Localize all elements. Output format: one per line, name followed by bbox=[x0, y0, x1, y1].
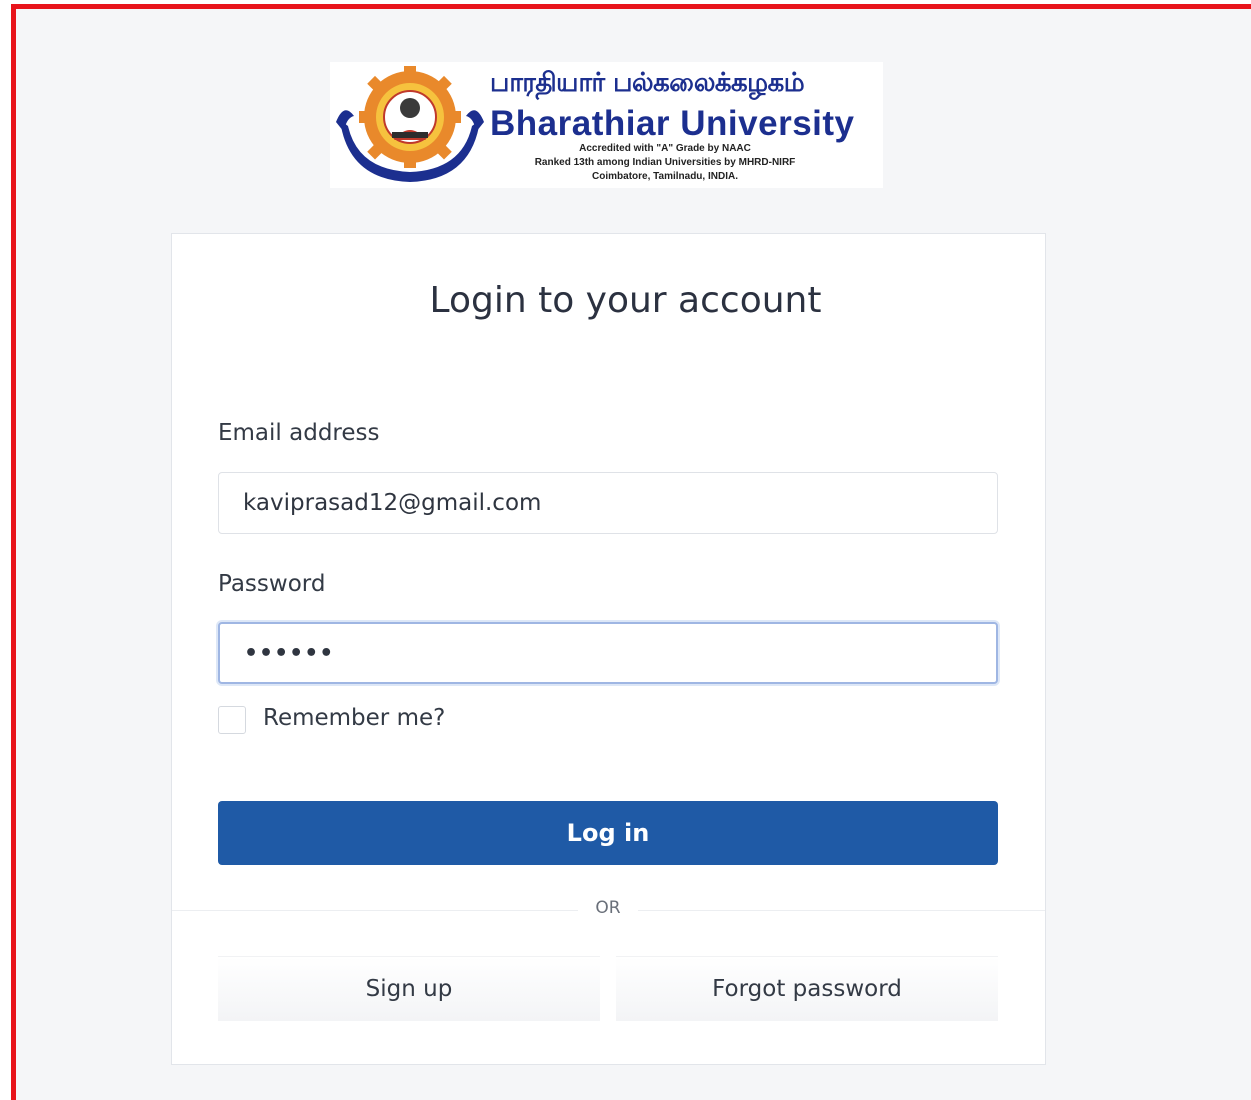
logo-tamil-name: பாரதியார் பல்கலைக்கழகம் bbox=[490, 68, 805, 98]
logo-english-name: Bharathiar University bbox=[490, 104, 855, 143]
logo-accreditation-text: Accredited with "A" Grade by NAAC bbox=[579, 143, 751, 154]
page-title: Login to your account bbox=[429, 280, 822, 321]
password-value: •••••• bbox=[244, 640, 335, 666]
email-label: Email address bbox=[218, 420, 380, 446]
password-label: Password bbox=[218, 571, 326, 597]
email-value: kaviprasad12@gmail.com bbox=[243, 490, 542, 516]
sign-up-button[interactable]: Sign up bbox=[218, 956, 600, 1021]
remember-me-label[interactable]: Remember me? bbox=[263, 705, 445, 731]
university-emblem-icon bbox=[336, 66, 484, 182]
forgot-password-button[interactable]: Forgot password bbox=[616, 956, 998, 1021]
remember-me-checkbox[interactable] bbox=[218, 706, 246, 734]
password-field[interactable]: •••••• bbox=[218, 622, 998, 684]
university-logo: பாரதியார் பல்கலைக்கழகம் Bharathiar Unive… bbox=[330, 62, 883, 188]
logo-location-text: Coimbatore, Tamilnadu, INDIA. bbox=[592, 171, 738, 182]
login-button[interactable]: Log in bbox=[218, 801, 998, 865]
email-field[interactable]: kaviprasad12@gmail.com bbox=[218, 472, 998, 534]
logo-ranking-text: Ranked 13th among Indian Universities by… bbox=[534, 157, 796, 168]
or-separator: OR bbox=[578, 898, 638, 918]
